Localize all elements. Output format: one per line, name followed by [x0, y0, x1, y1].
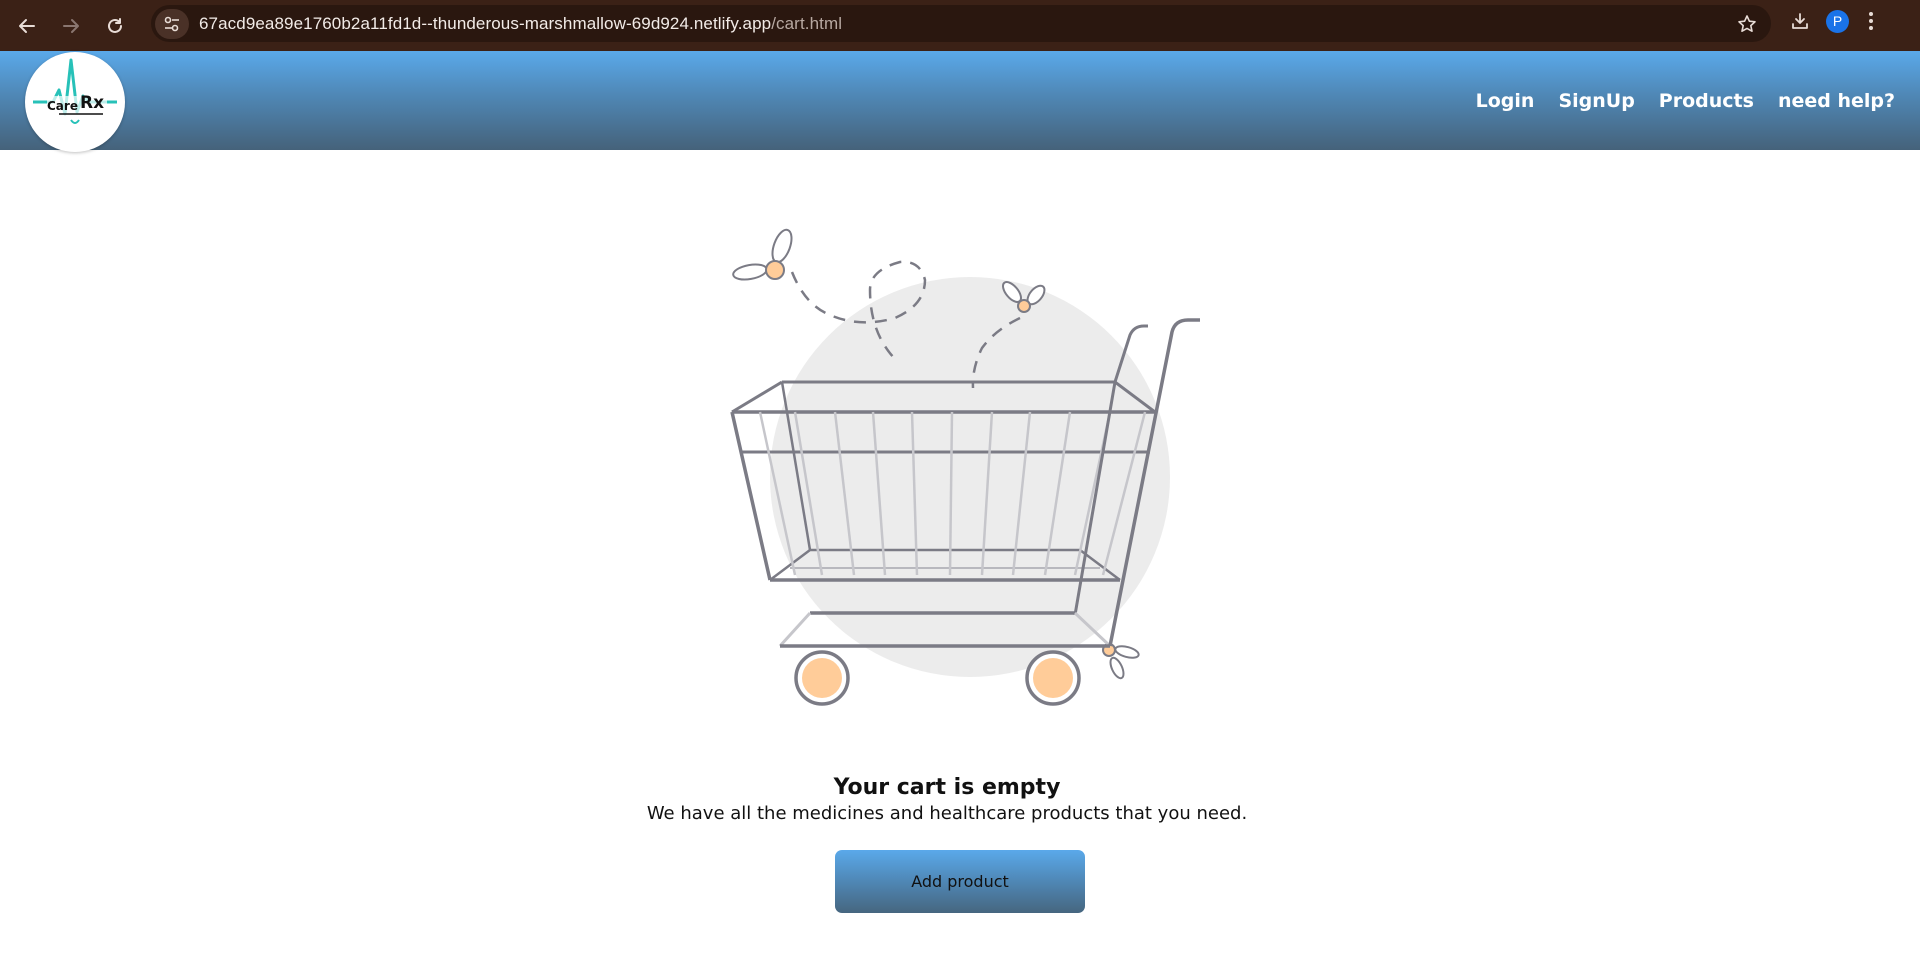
logo-text-care: Care — [47, 99, 78, 113]
butterfly-bottom-right — [1102, 643, 1140, 680]
profile-avatar[interactable]: P — [1826, 9, 1849, 33]
more-vert-icon — [1869, 12, 1873, 30]
logo-text-rx: Rx — [80, 93, 104, 113]
forward-button[interactable] — [49, 5, 93, 47]
empty-cart-subtitle: We have all the medicines and healthcare… — [646, 803, 1248, 824]
logo-icon: Care Rx — [33, 58, 117, 124]
tune-icon — [164, 16, 179, 31]
background-circle — [770, 277, 1170, 677]
browser-toolbar: 67acd9ea89e1760b2a11fd1d--thunderous-mar… — [0, 0, 1920, 51]
wheel-left — [794, 650, 850, 706]
add-product-button[interactable]: Add product — [835, 850, 1085, 913]
address-bar[interactable]: 67acd9ea89e1760b2a11fd1d--thunderous-mar… — [151, 5, 1771, 42]
downloads-button[interactable] — [1778, 11, 1822, 31]
arrow-right-icon — [63, 18, 79, 33]
star-icon — [1738, 15, 1756, 32]
nav-help[interactable]: need help? — [1778, 90, 1895, 112]
back-button[interactable] — [5, 5, 49, 47]
url-text: 67acd9ea89e1760b2a11fd1d--thunderous-mar… — [199, 14, 842, 34]
nav-products[interactable]: Products — [1659, 90, 1754, 112]
nav-login[interactable]: Login — [1476, 90, 1535, 112]
reload-icon — [108, 17, 122, 33]
nav-signup[interactable]: SignUp — [1558, 90, 1634, 112]
download-icon — [1792, 13, 1808, 29]
arrow-left-icon — [19, 18, 35, 33]
url-host: 67acd9ea89e1760b2a11fd1d--thunderous-mar… — [199, 13, 772, 33]
butterfly-top-left — [732, 228, 793, 281]
site-info-button[interactable] — [155, 8, 189, 39]
bookmark-button[interactable] — [1737, 14, 1757, 38]
reload-button[interactable] — [93, 5, 137, 47]
wheel-right — [1025, 650, 1081, 706]
main-nav: Login SignUp Products need help? — [1452, 51, 1895, 150]
empty-cart-illustration — [730, 228, 1200, 706]
carerx-logo[interactable]: Care Rx — [25, 52, 125, 152]
empty-cart-title: Your cart is empty — [833, 775, 1061, 800]
browser-menu-button[interactable] — [1849, 11, 1893, 31]
url-path: /cart.html — [771, 13, 843, 33]
